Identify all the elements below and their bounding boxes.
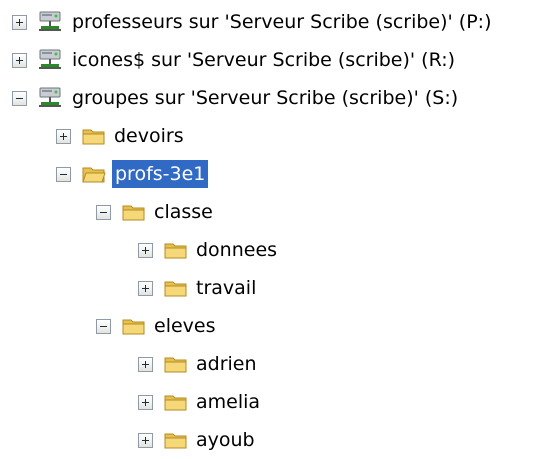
tree-item-label[interactable]: professeurs sur 'Serveur Scribe (scribe)… [70,9,493,35]
collapse-icon[interactable] [96,204,111,220]
collapse-icon[interactable] [56,166,71,182]
tree-item-label[interactable]: donnees [194,237,279,263]
tree-item-professeurs-drive[interactable]: professeurs sur 'Serveur Scribe (scribe)… [12,3,493,41]
tree-item-donnees[interactable]: donnees [138,231,279,269]
tree-item-label[interactable]: devoirs [112,123,186,149]
tree-item-amelia[interactable]: amelia [138,383,262,421]
folder-icon [82,126,106,146]
tree-item-classe[interactable]: classe [96,193,215,231]
expand-icon[interactable] [138,242,153,258]
tree-item-label[interactable]: groupes sur 'Serveur Scribe (scribe)' (S… [70,85,460,111]
network-drive-icon [38,48,64,72]
tree-item-adrien[interactable]: adrien [138,345,259,383]
expand-icon[interactable] [12,14,27,30]
folder-icon [122,202,146,222]
tree-item-label[interactable]: eleves [152,313,218,339]
expand-icon[interactable] [56,128,71,144]
open-folder-icon [82,164,106,184]
folder-icon [164,430,188,450]
network-drive-icon [38,86,64,110]
expand-icon[interactable] [138,432,153,448]
tree-item-label[interactable]: amelia [194,389,262,415]
tree-item-eleves[interactable]: eleves [96,307,218,345]
tree-item-label[interactable]: classe [152,199,215,225]
tree-item-ayoub[interactable]: ayoub [138,421,257,459]
tree-item-label[interactable]: adrien [194,351,259,377]
expand-icon[interactable] [138,280,153,296]
tree-item-groupes-drive[interactable]: groupes sur 'Serveur Scribe (scribe)' (S… [12,79,460,117]
tree-item-label[interactable]: profs-3e1 [112,160,209,188]
folder-icon [164,278,188,298]
tree-item-devoirs[interactable]: devoirs [56,117,186,155]
collapse-icon[interactable] [12,90,27,106]
folder-tree: professeurs sur 'Serveur Scribe (scribe)… [0,0,560,452]
tree-item-label[interactable]: icones$ sur 'Serveur Scribe (scribe)' (R… [70,47,457,73]
expand-icon[interactable] [138,356,153,372]
network-drive-icon [38,10,64,34]
tree-item-label[interactable]: travail [194,275,258,301]
folder-icon [164,240,188,260]
tree-item-profs-3e1[interactable]: profs-3e1 [56,155,209,193]
collapse-icon[interactable] [96,318,111,334]
folder-icon [122,316,146,336]
expand-icon[interactable] [12,52,27,68]
tree-item-label[interactable]: ayoub [194,427,257,453]
expand-icon[interactable] [138,394,153,410]
folder-icon [164,354,188,374]
tree-item-travail[interactable]: travail [138,269,258,307]
tree-item-icones-drive[interactable]: icones$ sur 'Serveur Scribe (scribe)' (R… [12,41,457,79]
folder-icon [164,392,188,412]
